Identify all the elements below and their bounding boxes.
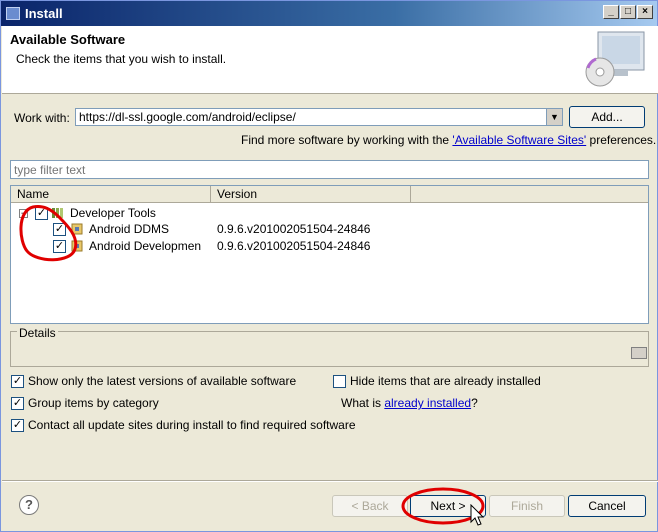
item-checkbox[interactable]: ✓ [53, 240, 66, 253]
details-panel [10, 331, 649, 367]
column-name[interactable]: Name [11, 186, 211, 203]
page-title: Available Software [10, 32, 126, 47]
help-icon[interactable]: ? [19, 495, 39, 515]
title-bar[interactable]: Install _ □ × [1, 1, 657, 26]
what-is-suffix: ? [471, 396, 478, 410]
plugin-icon [71, 240, 83, 252]
plugin-icon [71, 223, 83, 235]
column-version[interactable]: Version [211, 186, 411, 203]
details-label: Details [17, 326, 58, 340]
available-software-sites-link[interactable]: 'Available Software Sites' [452, 133, 586, 147]
close-button[interactable]: × [637, 5, 653, 19]
details-toggle-button[interactable] [631, 347, 647, 359]
back-button[interactable]: < Back [332, 495, 408, 517]
filter-input[interactable] [10, 160, 649, 179]
item-checkbox[interactable]: ✓ [53, 223, 66, 236]
already-installed-link[interactable]: already installed [384, 396, 471, 410]
tree-row-group[interactable]: − ✓ Developer Tools [11, 205, 648, 222]
hide-installed-checkbox[interactable] [333, 375, 346, 388]
software-tree[interactable]: Name Version − ✓ Developer Tools ✓ Andro… [10, 185, 649, 324]
finish-button[interactable]: Finish [489, 495, 565, 517]
install-dialog: Install _ □ × Available Software Check t… [0, 0, 658, 532]
collapse-icon[interactable]: − [19, 209, 28, 218]
contact-sites-label: Contact all update sites during install … [28, 418, 356, 432]
group-category-checkbox[interactable]: ✓ [11, 397, 24, 410]
item-version: 0.9.6.v201002051504-24846 [217, 222, 371, 236]
item-name: Android DDMS [89, 222, 170, 236]
next-button[interactable]: Next > [410, 495, 486, 517]
chevron-down-icon[interactable]: ▼ [546, 109, 562, 125]
minimize-button[interactable]: _ [603, 5, 619, 19]
more-software-prefix: Find more software by working with the [241, 133, 453, 147]
more-software-suffix: preferences. [586, 133, 657, 147]
window-icon [6, 7, 20, 20]
maximize-button[interactable]: □ [620, 5, 636, 19]
more-software-text: Find more software by working with the '… [241, 133, 656, 147]
group-category-label: Group items by category [28, 396, 159, 410]
item-version: 0.9.6.v201002051504-24846 [217, 239, 371, 253]
window-title: Install [25, 6, 63, 21]
tree-row[interactable]: ✓ Android Development Tc 0.9.6.v20100205… [11, 238, 648, 255]
page-description: Check the items that you wish to install… [16, 52, 227, 66]
latest-versions-label: Show only the latest versions of availab… [28, 374, 297, 388]
contact-sites-checkbox[interactable]: ✓ [11, 419, 24, 432]
hide-installed-label: Hide items that are already installed [350, 374, 541, 388]
category-icon [52, 208, 63, 218]
what-is-prefix: What is [341, 396, 385, 410]
tree-header: Name Version [11, 186, 648, 203]
tree-row[interactable]: ✓ Android DDMS 0.9.6.v201002051504-24846 [11, 221, 648, 238]
what-is-installed-text: What is already installed? [341, 396, 478, 410]
item-name: Android Development Tc [89, 239, 201, 253]
add-site-button[interactable]: Add... [569, 106, 645, 128]
work-with-combo[interactable]: https://dl-ssl.google.com/android/eclips… [75, 108, 563, 126]
latest-versions-checkbox[interactable]: ✓ [11, 375, 24, 388]
work-with-label: Work with: [14, 111, 70, 125]
button-bar-separator [2, 480, 658, 482]
computer-cd-icon [585, 31, 645, 87]
cancel-button[interactable]: Cancel [568, 495, 646, 517]
group-checkbox[interactable]: ✓ [35, 207, 48, 220]
wizard-header: Available Software Check the items that … [2, 26, 658, 94]
group-label: Developer Tools [70, 206, 156, 220]
work-with-value: https://dl-ssl.google.com/android/eclips… [79, 110, 296, 124]
